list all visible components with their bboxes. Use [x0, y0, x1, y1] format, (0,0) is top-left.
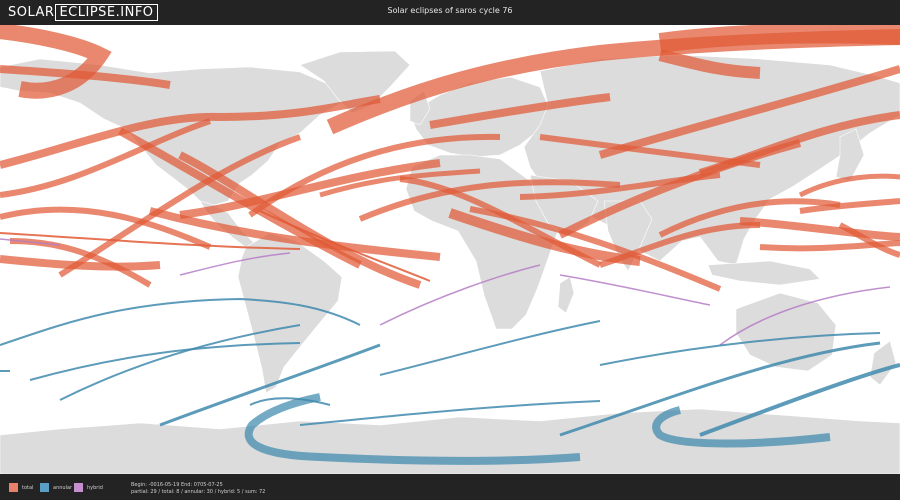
total-path-7 — [658, 25, 900, 53]
madagascar-landmass — [557, 276, 575, 314]
new-zealand-landmass — [869, 340, 897, 386]
total-path-33 — [798, 173, 900, 198]
south-america-landmass — [237, 232, 343, 394]
hybrid-path-38 — [559, 274, 711, 306]
legend-swatch-hybrid — [74, 483, 83, 492]
footer-statistics: partial: 29 / total: 8 / annular: 30 / h… — [131, 489, 266, 495]
legend-label-total: total — [22, 485, 34, 491]
map-canvas — [0, 25, 900, 474]
annular-path-46 — [379, 320, 601, 376]
indonesia-landmass — [707, 260, 821, 286]
legend-swatch-annular — [40, 483, 49, 492]
legend-label-hybrid: hybrid — [87, 485, 103, 491]
total-path-30 — [739, 217, 900, 241]
legend-label-annular: annular — [53, 485, 73, 491]
australia-landmass — [735, 292, 837, 372]
footer-bar: total annular hybrid Begin: -0016-05-19 … — [0, 474, 900, 500]
top-bar: SOLAR ECLIPSE.INFO Solar eclipses of saro… — [0, 0, 900, 25]
page-title: Solar eclipses of saros cycle 76 — [387, 6, 513, 15]
legend-swatch-total — [9, 483, 18, 492]
footer-date-range: Begin: -0016-05-19 End: 0705-07-25 — [131, 482, 223, 488]
world-map — [0, 25, 900, 474]
